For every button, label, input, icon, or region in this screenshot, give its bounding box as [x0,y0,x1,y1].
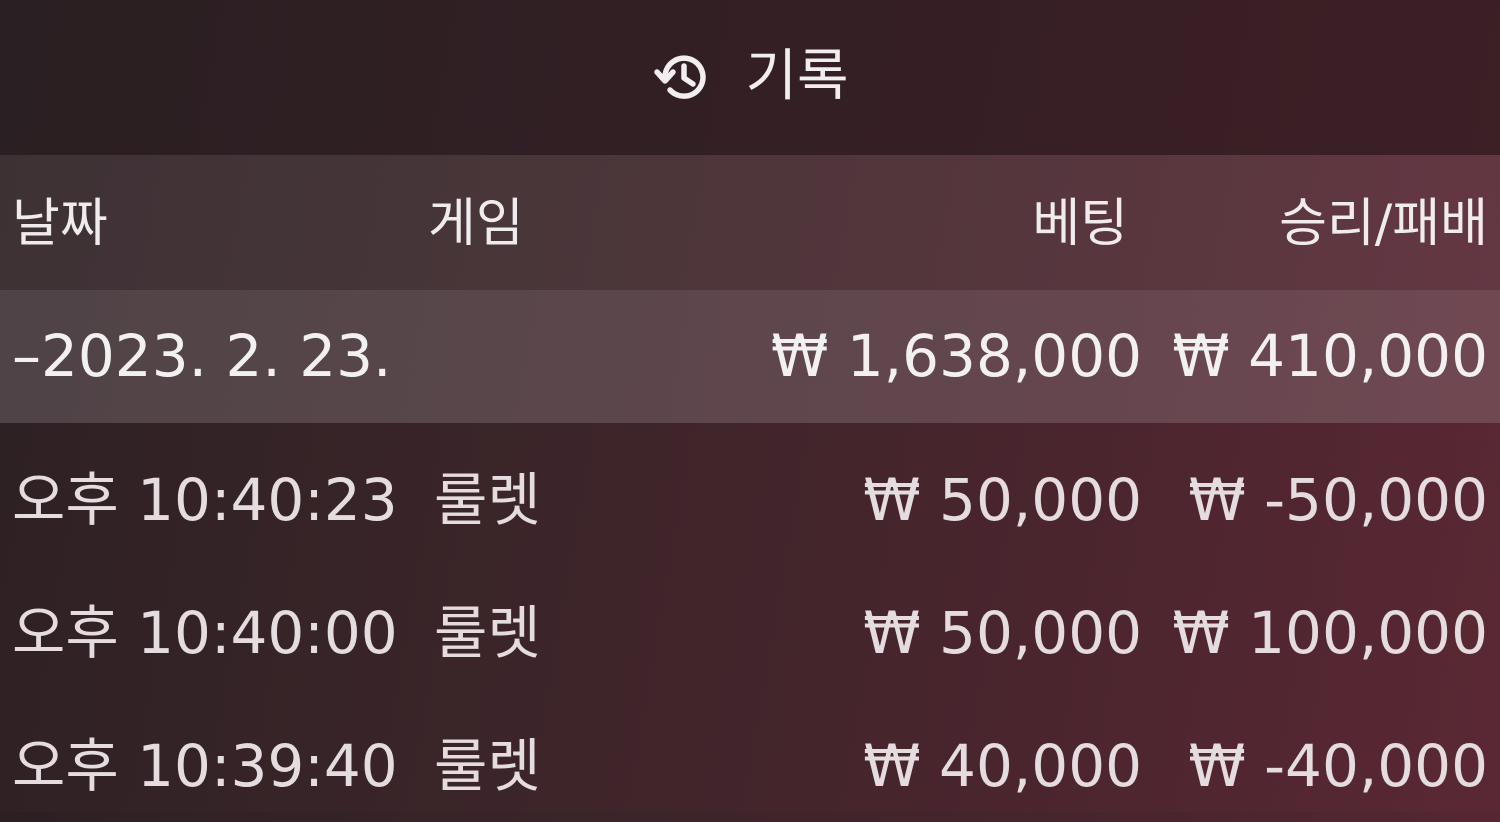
history-title-group: 기록 [0,42,1500,112]
column-header-date: 날짜 [12,194,108,254]
row-bet: ₩ 40,000 [863,732,1142,800]
column-header-result: 승리/패배 [1279,194,1488,254]
row-time: 오후 10:40:00 [12,599,398,667]
row-result: ₩ -40,000 [1188,732,1488,800]
table-row[interactable]: 오후 10:39:40 룰렛 ₩ 40,000 ₩ -40,000 [0,689,1500,822]
date-group-result-total: ₩ 410,000 [1172,322,1488,390]
row-result: ₩ 100,000 [1172,599,1488,667]
date-group-label: –2023. 2. 23. [12,322,392,390]
table-header-row: 날짜 게임 베팅 승리/패배 [0,155,1500,290]
row-time: 오후 10:40:23 [12,466,398,534]
row-time: 오후 10:39:40 [12,732,398,800]
row-game: 룰렛 [434,466,541,534]
history-header-bar: 기록 [0,0,1500,155]
row-game: 룰렛 [434,599,541,667]
table-row[interactable]: 오후 10:40:00 룰렛 ₩ 50,000 ₩ 100,000 [0,556,1500,689]
table-row[interactable]: 오후 10:40:23 룰렛 ₩ 50,000 ₩ -50,000 [0,423,1500,556]
date-group-row[interactable]: –2023. 2. 23. ₩ 1,638,000 ₩ 410,000 [0,290,1500,423]
page-title: 기록 [745,44,849,109]
column-header-game: 게임 [428,194,524,254]
row-result: ₩ -50,000 [1188,466,1488,534]
history-icon [651,45,715,109]
date-group-bet-total: ₩ 1,638,000 [771,322,1142,390]
row-bet: ₩ 50,000 [863,599,1142,667]
row-bet: ₩ 50,000 [863,466,1142,534]
row-game: 룰렛 [434,732,541,800]
column-header-bet: 베팅 [1032,194,1128,254]
